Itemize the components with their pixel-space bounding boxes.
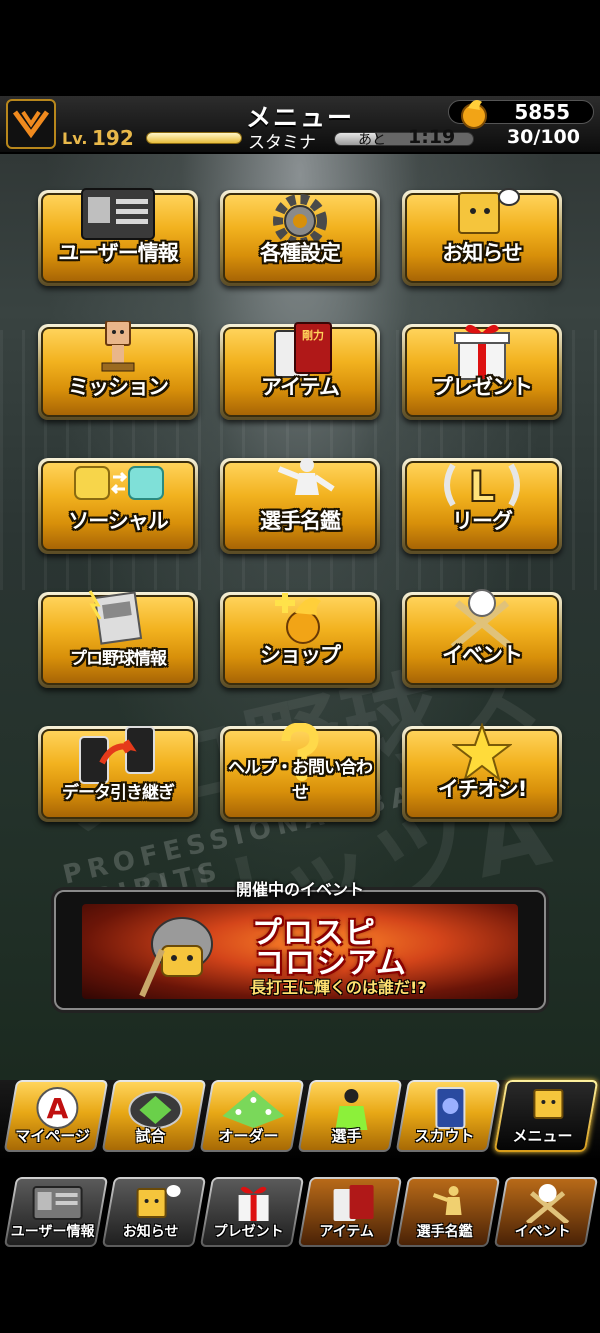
nav-scout[interactable]: スカウト — [395, 1080, 501, 1152]
system-bottom-area — [0, 1255, 600, 1333]
nav-order[interactable]: オーダー — [199, 1080, 305, 1152]
news-button[interactable]: お知らせ — [402, 188, 562, 286]
nav-order-label: オーダー — [218, 1127, 279, 1145]
pro-baseball-info-button[interactable]: プロ野球情報 — [38, 590, 198, 688]
league-button[interactable]: L リーグ — [402, 458, 562, 554]
friends-exchange-icon — [74, 466, 164, 500]
nav-player[interactable]: 選手 — [297, 1080, 403, 1152]
item-card-text: 剛力 — [302, 328, 324, 342]
mascot-speech-icon — [136, 1185, 181, 1218]
present-label: プレゼント — [432, 375, 533, 399]
event-button[interactable]: イベント — [402, 589, 562, 688]
ball-letter: A — [47, 1092, 69, 1125]
stadium-icon — [128, 1091, 183, 1129]
data-transfer-label: データ引き継ぎ — [62, 783, 175, 803]
user-info-button[interactable]: ユーザー情報 — [38, 188, 198, 286]
shortcut-player-book-label: 選手名鑑 — [416, 1224, 473, 1240]
shortcut-event-label: イベント — [514, 1224, 571, 1240]
shortcut-item-label: アイテム — [319, 1224, 374, 1240]
shortcut-bar: ユーザー情報 お知らせ プレゼント アイテム 選手名鑑 イベント — [0, 1165, 600, 1255]
social-label: ソーシャル — [68, 509, 169, 533]
nav-game[interactable]: 試合 — [101, 1080, 207, 1152]
pro-baseball-info-label: プロ野球情報 — [70, 649, 167, 669]
present-button[interactable]: プレゼント — [402, 324, 562, 420]
shortcut-present[interactable]: プレゼント — [199, 1177, 305, 1247]
recommend-label: イチオシ! — [437, 777, 528, 801]
nav-menu-label: メニュー — [512, 1127, 573, 1145]
mission-label: ミッション — [68, 375, 169, 399]
player-book-button[interactable]: 選手名鑑 — [220, 458, 380, 554]
settings-button[interactable]: 各種設定 — [220, 190, 380, 286]
nav-mypage[interactable]: A マイページ — [3, 1080, 109, 1152]
gladiator-mascot-icon — [139, 917, 213, 998]
item-cards-icon — [333, 1185, 374, 1221]
profile-card-icon — [32, 1186, 83, 1220]
player-silhouette-icon — [335, 1089, 368, 1130]
experience-bar — [146, 132, 242, 144]
social-button[interactable]: ソーシャル — [38, 458, 198, 554]
shop-button[interactable]: ショップ — [220, 592, 380, 688]
scout-card-icon — [435, 1087, 466, 1129]
help-label: ヘルプ・お問い合わせ — [228, 758, 373, 803]
item-label: アイテム — [261, 375, 340, 399]
news-label: お知らせ — [442, 241, 523, 265]
gift-box-icon — [238, 1186, 269, 1221]
shortcut-news-label: お知らせ — [122, 1224, 179, 1240]
pitcher-icon — [432, 1186, 462, 1215]
profile-card-icon — [81, 188, 155, 240]
player-book-label: 選手名鑑 — [260, 509, 341, 533]
data-transfer-button[interactable]: データ引き継ぎ — [38, 726, 198, 822]
shop-label: ショップ — [260, 643, 341, 667]
league-label: リーグ — [452, 509, 513, 533]
fire-coin-icon — [461, 100, 487, 129]
phone-transfer-icon — [79, 726, 155, 784]
recommend-button[interactable]: イチオシ! — [402, 723, 562, 822]
nav-player-label: 選手 — [331, 1127, 362, 1145]
shortcut-event[interactable]: イベント — [493, 1177, 599, 1247]
nav-mypage-label: マイページ — [15, 1127, 90, 1145]
stamina-timer: 1:19 — [408, 126, 456, 148]
event-label: イベント — [442, 643, 523, 667]
level-label: Lv. — [62, 129, 88, 148]
newspaper-icon — [88, 590, 143, 645]
event-banner[interactable]: プロスピ コロシアム 長打王に輝くのは誰だ!? — [82, 904, 518, 999]
mascot-icon — [533, 1089, 564, 1119]
help-button[interactable]: ヘルプ・お問い合わせ — [220, 723, 380, 822]
event-heading: 開催中のイベント — [235, 880, 364, 899]
nav-menu[interactable]: メニュー — [493, 1080, 599, 1152]
level-value: 192 — [92, 126, 134, 150]
settings-label: 各種設定 — [260, 241, 341, 265]
item-button[interactable]: 剛力 アイテム — [220, 322, 380, 420]
nav-game-label: 試合 — [135, 1127, 166, 1145]
user-info-label: ユーザー情報 — [58, 241, 179, 265]
event-banner-subtitle: 長打王に輝くのは誰だ!? — [250, 978, 427, 997]
main-nav-bar: A マイページ 試合 オーダー 選手 スカウト メニュー — [0, 1080, 600, 1160]
shortcut-news[interactable]: お知らせ — [101, 1177, 207, 1247]
a-ball-icon: A — [36, 1087, 79, 1129]
shortcut-present-label: プレゼント — [213, 1224, 284, 1240]
mission-button[interactable]: ミッション — [38, 321, 198, 420]
shortcut-user-info[interactable]: ユーザー情報 — [3, 1177, 109, 1247]
field-players-icon — [222, 1090, 285, 1128]
coin-value: 5855 — [514, 100, 570, 124]
time-left-label: あと — [358, 132, 386, 148]
league-letter: L — [469, 462, 496, 511]
shortcut-item[interactable]: アイテム — [297, 1177, 403, 1247]
shortcut-player-book[interactable]: 選手名鑑 — [395, 1177, 501, 1247]
stamina-count: 30/100 — [506, 126, 580, 148]
header-bar: メニュー 5855 Lv. 192 スタミナ あと 1:19 30/100 — [0, 96, 600, 154]
shortcut-user-info-label: ユーザー情報 — [10, 1224, 95, 1240]
crossed-bats-ball-icon — [525, 1184, 570, 1223]
nav-scout-label: スカウト — [414, 1127, 475, 1145]
stamina-label: スタミナ — [248, 133, 316, 153]
